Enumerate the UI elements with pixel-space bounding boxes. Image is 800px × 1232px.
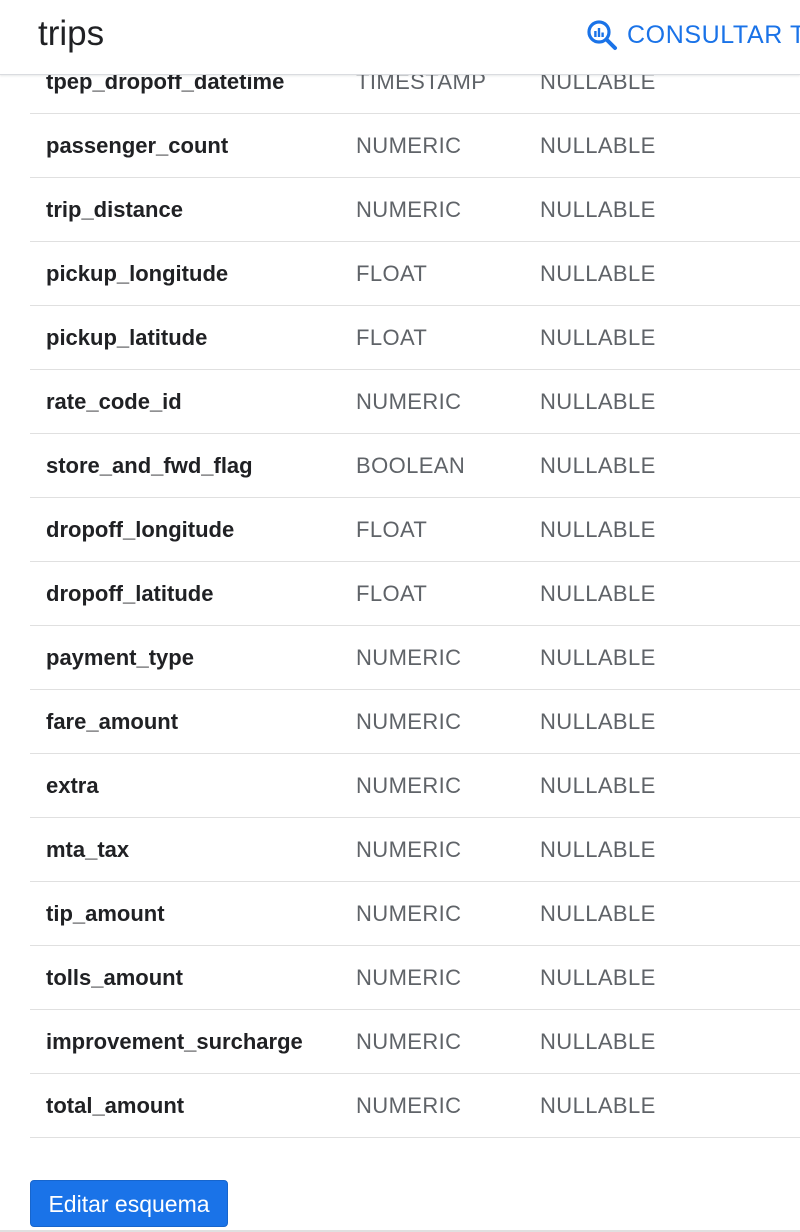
field-name: improvement_surcharge	[46, 1029, 303, 1054]
table-row: trip_distance NUMERIC NULLABLE	[30, 178, 800, 242]
field-type: FLOAT	[356, 261, 428, 286]
field-name: dropoff_latitude	[46, 581, 214, 606]
field-mode: NULLABLE	[540, 965, 656, 990]
field-type: FLOAT	[356, 517, 428, 542]
table-row: rate_code_id NUMERIC NULLABLE	[30, 370, 800, 434]
field-type: NUMERIC	[356, 645, 462, 670]
field-name: tip_amount	[46, 901, 165, 926]
page-title: trips	[38, 14, 105, 53]
field-type: NUMERIC	[356, 837, 462, 862]
header-bar: trips CONSULTAR TA	[0, 0, 800, 75]
table-row: mta_tax NUMERIC NULLABLE	[30, 818, 800, 882]
table-schema-page: trips CONSULTAR TA tpep_dropoff_datetime…	[0, 0, 800, 1232]
table-row: payment_type NUMERIC NULLABLE	[30, 626, 800, 690]
field-name: dropoff_longitude	[46, 517, 235, 542]
field-mode: NULLABLE	[540, 1029, 656, 1054]
field-mode: NULLABLE	[540, 645, 656, 670]
field-name: total_amount	[46, 1093, 185, 1118]
field-type: NUMERIC	[356, 1093, 462, 1118]
table-row: pickup_longitude FLOAT NULLABLE	[30, 242, 800, 306]
field-type: NUMERIC	[356, 1029, 462, 1054]
field-type: NUMERIC	[356, 709, 462, 734]
table-row: tolls_amount NUMERIC NULLABLE	[30, 946, 800, 1010]
field-mode: NULLABLE	[540, 581, 656, 606]
table-row: passenger_count NUMERIC NULLABLE	[30, 114, 800, 178]
query-table-label: CONSULTAR TA	[627, 20, 800, 49]
field-mode: NULLABLE	[540, 1093, 656, 1118]
field-type: BOOLEAN	[356, 453, 466, 478]
field-name: trip_distance	[46, 197, 183, 222]
field-name: extra	[46, 773, 99, 798]
field-mode: NULLABLE	[540, 517, 656, 542]
field-mode: NULLABLE	[540, 709, 656, 734]
table-row: improvement_surcharge NUMERIC NULLABLE	[30, 1010, 800, 1074]
field-name: payment_type	[46, 645, 194, 670]
table-row: pickup_latitude FLOAT NULLABLE	[30, 306, 800, 370]
field-name: fare_amount	[46, 709, 179, 734]
field-mode: NULLABLE	[540, 453, 656, 478]
edit-schema-button[interactable]: Editar esquema	[30, 1180, 228, 1227]
table-row: store_and_fwd_flag BOOLEAN NULLABLE	[30, 434, 800, 498]
field-mode: NULLABLE	[540, 901, 656, 926]
field-name: rate_code_id	[46, 389, 182, 414]
query-icon	[586, 19, 618, 51]
field-name: pickup_latitude	[46, 325, 208, 350]
field-name: mta_tax	[46, 837, 130, 862]
field-name: store_and_fwd_flag	[46, 453, 253, 478]
field-name: passenger_count	[46, 133, 229, 158]
field-name: pickup_longitude	[46, 261, 229, 286]
field-type: NUMERIC	[356, 773, 462, 798]
field-mode: NULLABLE	[540, 837, 656, 862]
field-type: NUMERIC	[356, 389, 462, 414]
field-type: NUMERIC	[356, 197, 462, 222]
table-row: dropoff_latitude FLOAT NULLABLE	[30, 562, 800, 626]
field-mode: NULLABLE	[540, 261, 656, 286]
field-type: FLOAT	[356, 325, 428, 350]
query-table-button[interactable]: CONSULTAR TA	[586, 16, 800, 54]
field-type: FLOAT	[356, 581, 428, 606]
table-row: dropoff_longitude FLOAT NULLABLE	[30, 498, 800, 562]
table-row: extra NUMERIC NULLABLE	[30, 754, 800, 818]
field-mode: NULLABLE	[540, 197, 656, 222]
field-mode: NULLABLE	[540, 389, 656, 414]
schema-table: tpep_dropoff_datetime TIMESTAMP NULLABLE pa…	[30, 50, 800, 1138]
table-row: total_amount NUMERIC NULLABLE	[30, 1074, 800, 1138]
table-row: fare_amount NUMERIC NULLABLE	[30, 690, 800, 754]
field-mode: NULLABLE	[540, 773, 656, 798]
table-row: tip_amount NUMERIC NULLABLE	[30, 882, 800, 946]
field-mode: NULLABLE	[540, 133, 656, 158]
field-type: NUMERIC	[356, 133, 462, 158]
field-mode: NULLABLE	[540, 325, 656, 350]
field-type: NUMERIC	[356, 901, 462, 926]
field-name: tolls_amount	[46, 965, 183, 990]
field-type: NUMERIC	[356, 965, 462, 990]
